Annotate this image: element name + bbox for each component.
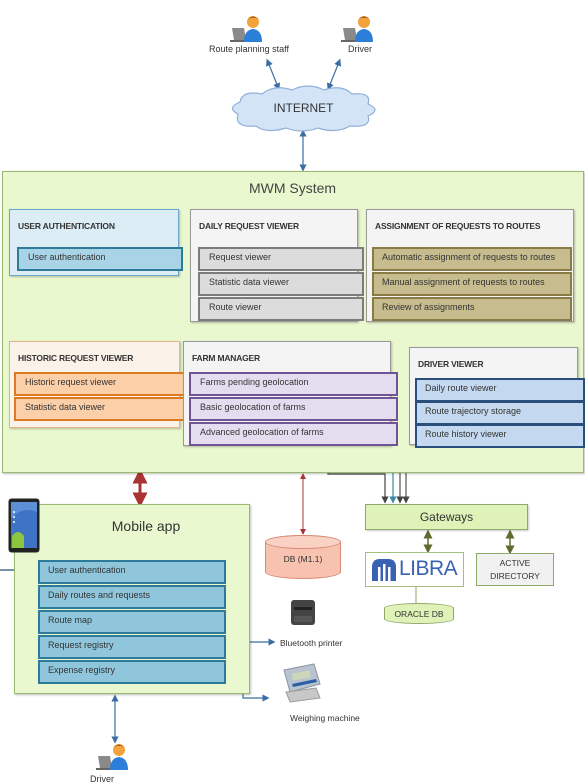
module-manual-assignment[interactable]: Manual assignment of requests to routes	[372, 272, 572, 296]
libra-label: LIBRA	[399, 557, 458, 580]
module-user-authentication[interactable]: User authentication	[17, 247, 183, 271]
gateways-box: Gateways	[365, 504, 528, 530]
mobile-item-expense-registry[interactable]: Expense registry	[38, 660, 226, 684]
module-statistic-data-viewer[interactable]: Statistic data viewer	[198, 272, 364, 296]
mwm-system-title: MWM System	[248, 180, 337, 196]
user-label-route-planning-staff: Route planning staff	[209, 44, 289, 54]
active-directory-box: ACTIVE DIRECTORY	[476, 553, 554, 586]
module-route-history-viewer[interactable]: Route history viewer	[415, 424, 585, 448]
module-historic-statistic-viewer[interactable]: Statistic data viewer	[14, 397, 190, 421]
libra-logo-icon	[372, 559, 396, 581]
panel-title: DAILY REQUEST VIEWER	[199, 221, 299, 231]
db-cylinder-top	[265, 535, 341, 549]
user-label-driver-bottom: Driver	[90, 774, 114, 784]
user-laptop-icon	[226, 14, 266, 44]
mobile-item-route-map[interactable]: Route map	[38, 610, 226, 634]
module-route-viewer[interactable]: Route viewer	[198, 297, 364, 321]
user-laptop-icon	[337, 14, 377, 44]
libra-box: LIBRA	[365, 552, 464, 587]
tablet-icon	[8, 498, 40, 553]
weighing-machine-icon	[276, 662, 324, 704]
panel-farm-manager: FARM MANAGER Farms pending geolocation B…	[183, 341, 398, 446]
mobile-item-request-registry[interactable]: Request registry	[38, 635, 226, 659]
db-label: DB (M1.1)	[283, 554, 323, 564]
module-advanced-geolocation[interactable]: Advanced geolocation of farms	[189, 422, 398, 446]
panel-driver-viewer: DRIVER VIEWER Daily route viewer Route t…	[409, 347, 585, 448]
user-laptop-icon	[92, 742, 132, 772]
internet-label: INTERNET	[273, 101, 334, 115]
active-directory-line2: DIRECTORY	[490, 571, 540, 581]
panel-title: USER AUTHENTICATION	[18, 221, 115, 231]
oracle-db: ORACLE DB	[384, 603, 454, 624]
panel-assignment-of-requests: ASSIGNMENT OF REQUESTS TO ROUTES Automat…	[366, 209, 574, 322]
mobile-item-daily-routes[interactable]: Daily routes and requests	[38, 585, 226, 609]
panel-title: DRIVER VIEWER	[418, 359, 484, 369]
printer-label: Bluetooth printer	[280, 638, 343, 648]
panel-title: ASSIGNMENT OF REQUESTS TO ROUTES	[375, 221, 541, 231]
module-farms-pending-geolocation[interactable]: Farms pending geolocation	[189, 372, 398, 396]
active-directory-line1: ACTIVE	[499, 558, 531, 568]
module-daily-route-viewer[interactable]: Daily route viewer	[415, 378, 585, 402]
mobile-item-user-authentication[interactable]: User authentication	[38, 560, 226, 584]
user-label-driver-top: Driver	[348, 44, 372, 54]
panel-user-authentication: USER AUTHENTICATION User authentication	[9, 209, 183, 276]
mobile-app-title: Mobile app	[111, 518, 181, 534]
module-basic-geolocation[interactable]: Basic geolocation of farms	[189, 397, 398, 421]
weighing-machine-label: Weighing machine	[290, 713, 360, 723]
panel-title: HISTORIC REQUEST VIEWER	[18, 353, 134, 363]
module-review-assignments[interactable]: Review of assignments	[372, 297, 572, 321]
panel-historic-request-viewer: HISTORIC REQUEST VIEWER Historic request…	[9, 341, 190, 428]
printer-icon	[290, 598, 316, 626]
panel-title: FARM MANAGER	[192, 353, 260, 363]
module-request-viewer[interactable]: Request viewer	[198, 247, 364, 271]
module-route-trajectory-storage[interactable]: Route trajectory storage	[415, 401, 585, 425]
module-historic-request-viewer[interactable]: Historic request viewer	[14, 372, 190, 396]
panel-daily-request-viewer: DAILY REQUEST VIEWER Request viewer Stat…	[190, 209, 364, 322]
module-automatic-assignment[interactable]: Automatic assignment of requests to rout…	[372, 247, 572, 271]
